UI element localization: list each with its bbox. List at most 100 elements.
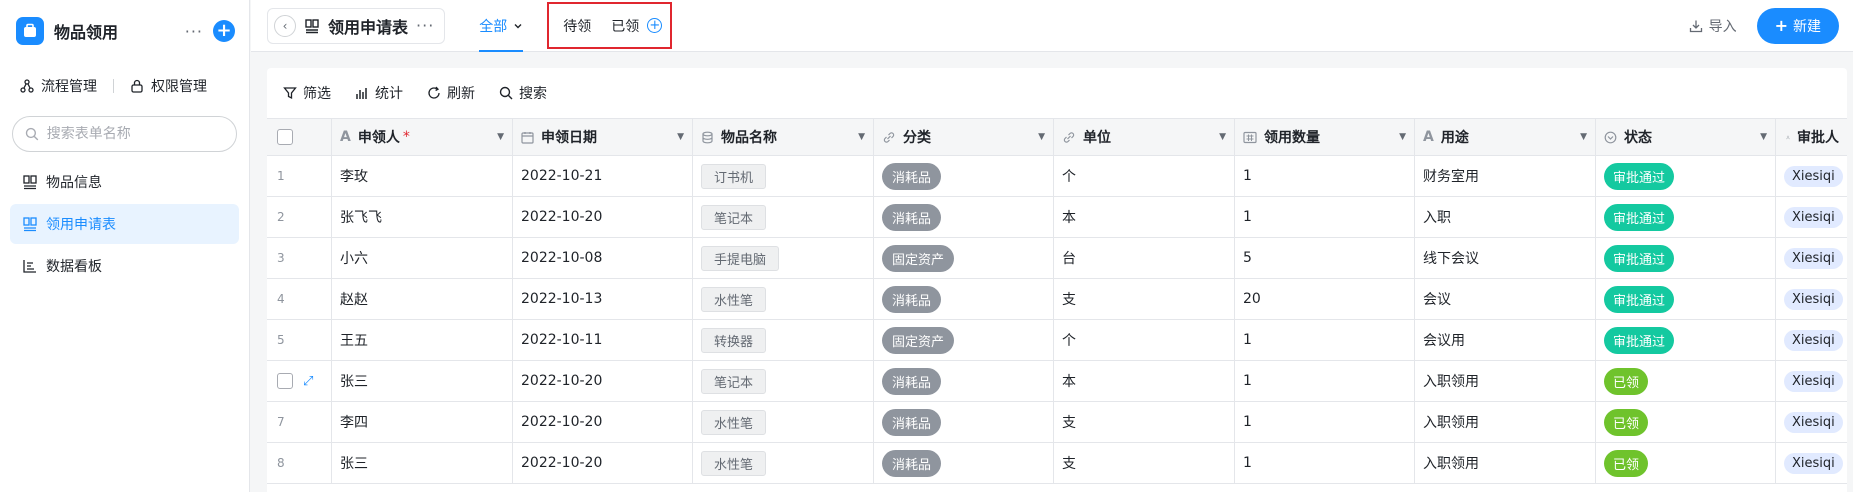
cell-date[interactable]: 2022-10-20: [513, 443, 693, 483]
cell-unit[interactable]: 支: [1054, 402, 1235, 442]
cell-purpose[interactable]: 入职领用: [1415, 361, 1596, 401]
cell-purpose[interactable]: 会议: [1415, 279, 1596, 319]
cell-approver[interactable]: Xiesiqi: [1776, 238, 1847, 278]
sidebar-item-requisition-form[interactable]: 领用申请表: [10, 204, 239, 244]
cell-unit[interactable]: 台: [1054, 238, 1235, 278]
cell-category[interactable]: 消耗品: [874, 361, 1054, 401]
table-row[interactable]: 1 李玫 2022-10-21 订书机 消耗品 个 1 财务室用 审批通过 Xiesiqi: [267, 156, 1847, 197]
cell-approver[interactable]: Xiesiqi: [1776, 156, 1847, 196]
cell-category[interactable]: 固定资产: [874, 320, 1054, 360]
caret-down-icon[interactable]: ▼: [1580, 132, 1587, 142]
cell-item-name[interactable]: 笔记本: [693, 197, 874, 237]
table-row[interactable]: ⤢ 张三 2022-10-20 笔记本 消耗品 本 1 入职领用 已领 Xiesiqi: [267, 361, 1847, 402]
cell-category[interactable]: 消耗品: [874, 279, 1054, 319]
cell-approver[interactable]: Xiesiqi: [1776, 279, 1847, 319]
new-button[interactable]: + 新建: [1756, 7, 1839, 44]
form-search-box[interactable]: [12, 116, 237, 152]
cell-item-name[interactable]: 水性笔: [693, 402, 874, 442]
tab-received[interactable]: 已领: [601, 0, 643, 52]
caret-down-icon[interactable]: ▼: [1038, 132, 1045, 142]
cell-approver[interactable]: Xiesiqi: [1776, 320, 1847, 360]
refresh-button[interactable]: 刷新: [427, 83, 475, 103]
cell-status[interactable]: 审批通过: [1596, 238, 1776, 278]
cell-unit[interactable]: 本: [1054, 361, 1235, 401]
search-button[interactable]: 搜索: [499, 83, 547, 103]
cell-item-name[interactable]: 水性笔: [693, 443, 874, 483]
import-button[interactable]: 导入: [1689, 16, 1737, 36]
select-all-checkbox[interactable]: [277, 129, 293, 145]
row-checkbox[interactable]: [277, 373, 293, 389]
cell-item-name[interactable]: 水性笔: [693, 279, 874, 319]
cell-applicant[interactable]: 李玫: [332, 156, 513, 196]
process-management-link[interactable]: 流程管理: [20, 76, 97, 96]
cell-approver[interactable]: Xiesiqi: [1776, 361, 1847, 401]
cell-status[interactable]: 已领: [1596, 402, 1776, 442]
caret-down-icon[interactable]: ▼: [677, 132, 684, 142]
cell-applicant[interactable]: 张三: [332, 443, 513, 483]
cell-date[interactable]: 2022-10-20: [513, 361, 693, 401]
cell-status[interactable]: 已领: [1596, 361, 1776, 401]
table-row[interactable]: 3 小六 2022-10-08 手提电脑 固定资产 台 5 线下会议 审批通过 Xiesiqi: [267, 238, 1847, 279]
cell-status[interactable]: 审批通过: [1596, 279, 1776, 319]
cell-approver[interactable]: Xiesiqi: [1776, 443, 1847, 483]
cell-applicant[interactable]: 张三: [332, 361, 513, 401]
sidebar-item-dashboard[interactable]: 数据看板: [10, 246, 239, 286]
cell-applicant[interactable]: 王五: [332, 320, 513, 360]
sidebar-item-item-info[interactable]: 物品信息: [10, 162, 239, 202]
cell-item-name[interactable]: 手提电脑: [693, 238, 874, 278]
cell-category[interactable]: 消耗品: [874, 402, 1054, 442]
cell-purpose[interactable]: 会议用: [1415, 320, 1596, 360]
cell-date[interactable]: 2022-10-20: [513, 197, 693, 237]
cell-quantity[interactable]: 20: [1235, 279, 1415, 319]
table-row[interactable]: 4 赵赵 2022-10-13 水性笔 消耗品 支 20 会议 审批通过 Xiesiqi: [267, 279, 1847, 320]
table-row[interactable]: 8 张三 2022-10-20 水性笔 消耗品 支 1 入职领用 已领 Xiesiqi: [267, 443, 1847, 484]
cell-category[interactable]: 消耗品: [874, 197, 1054, 237]
caret-down-icon[interactable]: ▼: [497, 132, 504, 142]
column-header-category[interactable]: 分类 ▼: [874, 119, 1054, 155]
cell-quantity[interactable]: 1: [1235, 361, 1415, 401]
permission-management-link[interactable]: 权限管理: [130, 76, 207, 96]
cell-approver[interactable]: Xiesiqi: [1776, 197, 1847, 237]
cell-date[interactable]: 2022-10-13: [513, 279, 693, 319]
table-row[interactable]: 5 王五 2022-10-11 转换器 固定资产 个 1 会议用 审批通过 Xiesiqi: [267, 320, 1847, 361]
cell-purpose[interactable]: 财务室用: [1415, 156, 1596, 196]
cell-purpose[interactable]: 入职领用: [1415, 443, 1596, 483]
cell-date[interactable]: 2022-10-21: [513, 156, 693, 196]
cell-quantity[interactable]: 1: [1235, 402, 1415, 442]
cell-applicant[interactable]: 赵赵: [332, 279, 513, 319]
column-header-unit[interactable]: 单位 ▼: [1054, 119, 1235, 155]
cell-applicant[interactable]: 张飞飞: [332, 197, 513, 237]
column-header-purpose[interactable]: A 用途 ▼: [1415, 119, 1596, 155]
cell-quantity[interactable]: 1: [1235, 197, 1415, 237]
cell-unit[interactable]: 个: [1054, 320, 1235, 360]
more-icon[interactable]: ···: [416, 16, 434, 35]
cell-unit[interactable]: 本: [1054, 197, 1235, 237]
expand-icon[interactable]: ⤢: [303, 374, 313, 389]
more-icon[interactable]: ···: [185, 22, 203, 41]
cell-quantity[interactable]: 1: [1235, 320, 1415, 360]
cell-status[interactable]: 审批通过: [1596, 156, 1776, 196]
cell-approver[interactable]: Xiesiqi: [1776, 402, 1847, 442]
cell-status[interactable]: 审批通过: [1596, 197, 1776, 237]
cell-unit[interactable]: 支: [1054, 279, 1235, 319]
cell-quantity[interactable]: 5: [1235, 238, 1415, 278]
cell-category[interactable]: 消耗品: [874, 156, 1054, 196]
cell-purpose[interactable]: 入职: [1415, 197, 1596, 237]
column-header-item-name[interactable]: 物品名称 ▼: [693, 119, 874, 155]
tab-pending[interactable]: 待领: [553, 0, 601, 52]
table-row[interactable]: 2 张飞飞 2022-10-20 笔记本 消耗品 本 1 入职 审批通过 Xiesiqi: [267, 197, 1847, 238]
column-header-applicant[interactable]: A 申领人 * ▼: [332, 119, 513, 155]
stats-button[interactable]: 统计: [355, 83, 403, 103]
caret-down-icon[interactable]: ▼: [1760, 132, 1767, 142]
cell-item-name[interactable]: 订书机: [693, 156, 874, 196]
cell-quantity[interactable]: 1: [1235, 156, 1415, 196]
table-row[interactable]: 7 李四 2022-10-20 水性笔 消耗品 支 1 入职领用 已领 Xiesiqi: [267, 402, 1847, 443]
filter-button[interactable]: 筛选: [283, 83, 331, 103]
cell-status[interactable]: 审批通过: [1596, 320, 1776, 360]
column-header-approver[interactable]: 审批人: [1776, 119, 1847, 155]
cell-item-name[interactable]: 转换器: [693, 320, 874, 360]
column-header-quantity[interactable]: 领用数量 ▼: [1235, 119, 1415, 155]
cell-date[interactable]: 2022-10-08: [513, 238, 693, 278]
cell-status[interactable]: 已领: [1596, 443, 1776, 483]
cell-category[interactable]: 消耗品: [874, 443, 1054, 483]
